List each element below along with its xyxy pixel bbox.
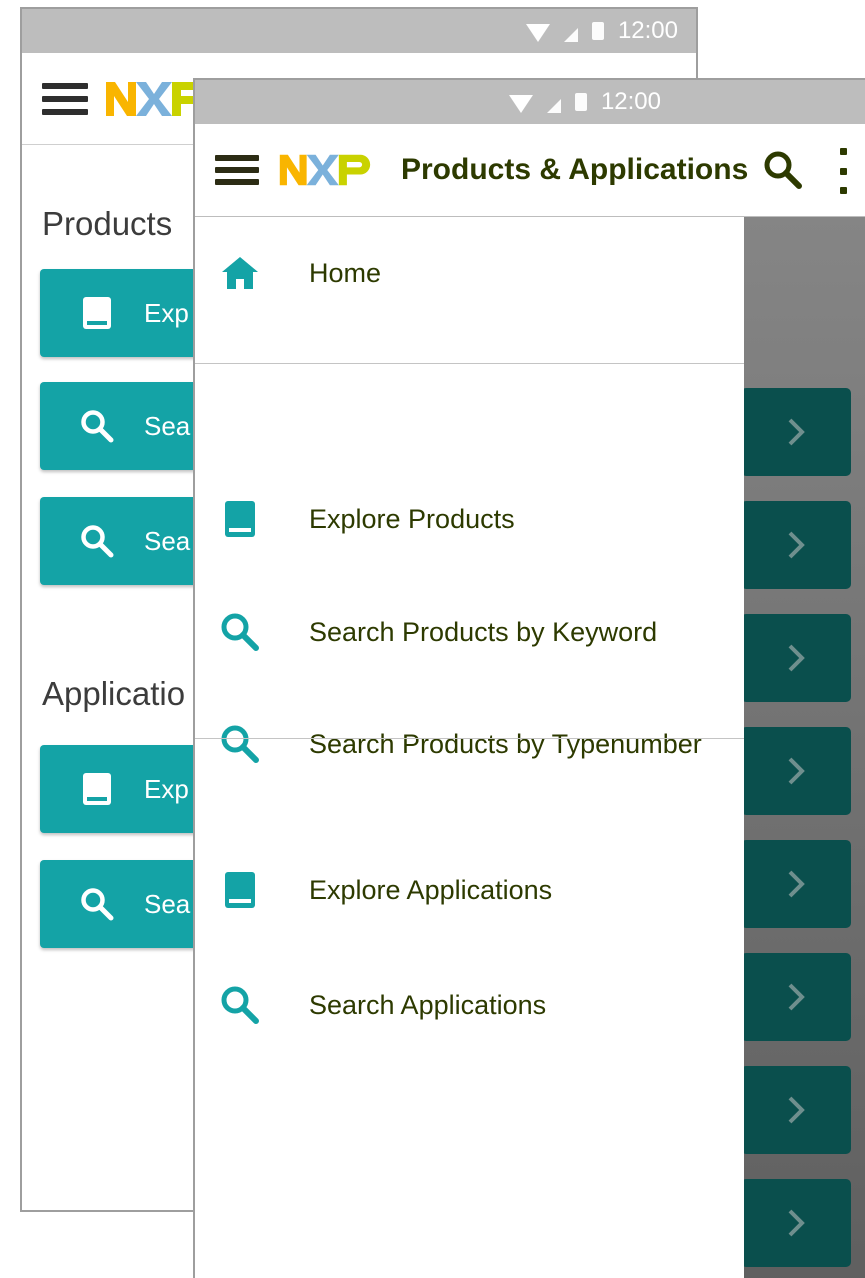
drawer-item-label: Home <box>309 257 382 288</box>
search-icon <box>80 524 114 558</box>
chevron-button <box>741 501 851 589</box>
wifi-icon <box>525 24 550 42</box>
products-heading: Products <box>42 205 173 242</box>
search-icon <box>80 409 114 443</box>
book-icon <box>80 772 114 806</box>
applications-heading: Applicatio <box>42 675 186 712</box>
chevron-button <box>741 388 851 476</box>
home-icon <box>219 252 261 294</box>
screenshot-stage: 12:00 Products Exp Sea Sea Applicatio Ex… <box>0 0 865 1278</box>
chevron-right-icon <box>781 1208 811 1238</box>
drawer-divider <box>195 738 744 739</box>
app-bar: Products & Applications <box>195 124 865 217</box>
book-icon <box>219 498 261 540</box>
nxp-logo <box>279 150 379 190</box>
chevron-right-icon <box>781 643 811 673</box>
search-icon <box>219 723 261 765</box>
chevron-button <box>741 727 851 815</box>
status-bar: 12:00 <box>22 9 696 53</box>
chevron-right-icon <box>781 982 811 1012</box>
drawer-item-home[interactable]: Home <box>195 227 744 319</box>
drawer-item-explore-products[interactable]: Explore Products <box>195 473 744 565</box>
button-label: Exp <box>144 773 189 804</box>
chevron-right-icon <box>781 530 811 560</box>
status-time: 12:00 <box>600 88 661 115</box>
chevron-button <box>741 953 851 1041</box>
more-vert-icon[interactable] <box>835 148 851 194</box>
signal-icon <box>546 99 561 113</box>
chevron-right-icon <box>781 1095 811 1125</box>
battery-icon <box>574 93 587 111</box>
book-icon <box>219 869 261 911</box>
chevron-right-icon <box>781 417 811 447</box>
button-label: Exp <box>144 297 189 328</box>
chevron-right-icon <box>781 869 811 899</box>
page-title: Products & Applications <box>401 153 749 186</box>
book-icon <box>80 296 114 330</box>
front-phone-screen: 12:00 Products & Applications Home Explo… <box>193 78 865 1278</box>
search-icon[interactable] <box>763 150 803 190</box>
drawer-item-label: Explore Products <box>309 503 515 534</box>
status-bar: 12:00 <box>195 80 865 124</box>
chevron-button <box>741 614 851 702</box>
wifi-icon <box>508 95 533 113</box>
drawer-item-label: Search Products by Typenumber <box>309 728 702 759</box>
signal-icon <box>563 28 578 42</box>
drawer-item-search-applications[interactable]: Search Applications <box>195 959 744 1051</box>
status-time: 12:00 <box>617 17 678 44</box>
drawer-item-search-keyword[interactable]: Search Products by Keyword <box>195 586 744 678</box>
chevron-button <box>741 1066 851 1154</box>
drawer-divider <box>195 363 744 364</box>
menu-icon[interactable] <box>42 82 88 115</box>
search-icon <box>219 611 261 653</box>
drawer-item-explore-applications[interactable]: Explore Applications <box>195 844 744 936</box>
drawer-item-label: Search Applications <box>309 989 547 1020</box>
search-icon <box>80 887 114 921</box>
chevron-button <box>741 840 851 928</box>
button-label: Sea <box>144 525 191 556</box>
chevron-button <box>741 1179 851 1267</box>
navigation-drawer: Home Explore Products Search Products by… <box>195 217 744 1278</box>
drawer-item-label: Search Products by Keyword <box>309 616 658 647</box>
battery-icon <box>591 22 604 40</box>
drawer-item-search-typenumber[interactable]: Search Products by Typenumber <box>195 698 744 790</box>
button-label: Sea <box>144 410 191 441</box>
search-icon <box>219 984 261 1026</box>
chevron-right-icon <box>781 756 811 786</box>
menu-icon[interactable] <box>215 155 259 185</box>
button-label: Sea <box>144 888 191 919</box>
drawer-item-label: Explore Applications <box>309 874 553 905</box>
